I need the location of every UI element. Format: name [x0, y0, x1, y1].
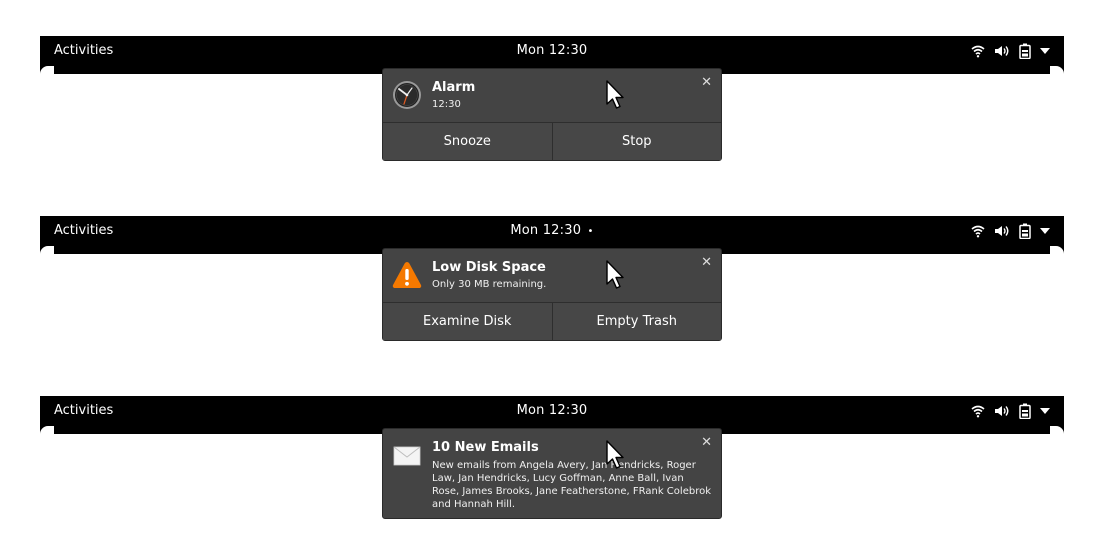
scene-new-emails: Activities Mon 12:30 10 New Emails New e… [0, 360, 1100, 540]
close-icon[interactable]: ✕ [701, 435, 712, 450]
notification-title: Low Disk Space [432, 260, 546, 275]
top-bar: Activities Mon 12:30 [40, 396, 1064, 426]
wifi-icon[interactable] [971, 44, 985, 58]
close-icon[interactable]: ✕ [701, 255, 712, 270]
clock[interactable]: Mon 12:30 [40, 43, 1064, 58]
clock-label: Mon 12:30 [516, 403, 588, 418]
battery-icon[interactable] [1019, 223, 1031, 239]
clock[interactable]: Mon 12:30 • [40, 223, 1064, 238]
notification-body: 12:30 [432, 99, 461, 110]
top-bar: Activities Mon 12:30 [40, 36, 1064, 66]
notification-actions: Snooze Stop [383, 122, 721, 160]
stop-button[interactable]: Stop [551, 123, 721, 160]
menu-dropdown-icon[interactable] [1040, 407, 1050, 415]
alarm-notification[interactable]: Alarm 12:30 ✕ Snooze Stop [382, 68, 722, 161]
system-tray[interactable] [971, 42, 1050, 60]
battery-icon[interactable] [1019, 403, 1031, 419]
notification-title: Alarm [432, 80, 476, 95]
alarm-clock-icon [393, 81, 421, 109]
notification-header[interactable]: Low Disk Space Only 30 MB remaining. ✕ [383, 249, 721, 302]
notification-body: New emails from Angela Avery, Jan Hendri… [432, 460, 711, 510]
system-tray[interactable] [971, 222, 1050, 240]
notification-actions: Examine Disk Empty Trash [383, 302, 721, 340]
snooze-button[interactable]: Snooze [383, 123, 552, 160]
scene-alarm: Activities Mon 12:30 Alarm 12:30 ✕ Snooz… [0, 0, 1100, 180]
top-bar: Activities Mon 12:30 • [40, 216, 1064, 246]
wifi-icon[interactable] [971, 404, 985, 418]
battery-icon[interactable] [1019, 43, 1031, 59]
clock-label: Mon 12:30 [510, 223, 582, 238]
volume-icon[interactable] [994, 404, 1010, 418]
system-tray[interactable] [971, 402, 1050, 420]
unread-indicator: • [587, 226, 594, 237]
scene-low-disk: Activities Mon 12:30 • Low Disk Space On… [0, 180, 1100, 360]
clock[interactable]: Mon 12:30 [40, 403, 1064, 418]
envelope-icon [393, 446, 421, 466]
close-icon[interactable]: ✕ [701, 75, 712, 90]
menu-dropdown-icon[interactable] [1040, 47, 1050, 55]
warning-icon [392, 262, 422, 288]
volume-icon[interactable] [994, 224, 1010, 238]
notification-body: Only 30 MB remaining. [432, 279, 547, 290]
notification-title: 10 New Emails [432, 440, 539, 455]
low-disk-notification[interactable]: Low Disk Space Only 30 MB remaining. ✕ E… [382, 248, 722, 341]
email-notification[interactable]: 10 New Emails New emails from Angela Ave… [382, 428, 722, 519]
wifi-icon[interactable] [971, 224, 985, 238]
menu-dropdown-icon[interactable] [1040, 227, 1050, 235]
empty-trash-button[interactable]: Empty Trash [551, 303, 721, 340]
mouse-pointer-icon [606, 260, 624, 289]
notification-header[interactable]: Alarm 12:30 ✕ [383, 69, 721, 122]
mouse-pointer-icon [606, 440, 624, 469]
notification-header[interactable]: 10 New Emails New emails from Angela Ave… [383, 429, 721, 519]
examine-disk-button[interactable]: Examine Disk [383, 303, 552, 340]
clock-label: Mon 12:30 [516, 43, 588, 58]
volume-icon[interactable] [994, 44, 1010, 58]
mouse-pointer-icon [606, 80, 624, 109]
